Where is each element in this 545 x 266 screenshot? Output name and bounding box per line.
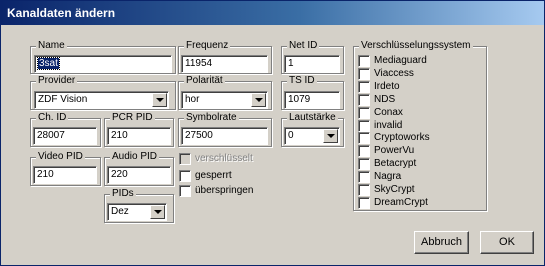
encryption-item-box[interactable]	[358, 171, 370, 184]
name-field[interactable]: 3sat	[34, 55, 172, 73]
encryption-item-label: Nagra	[374, 171, 402, 183]
encryption-item-label: Cryptoworks	[374, 132, 430, 144]
ueberspringen-box[interactable]	[179, 185, 191, 197]
frequenz-label: Frequenz	[184, 40, 231, 51]
encryption-item-label: Mediaguard	[374, 55, 427, 66]
encryption-item-box[interactable]	[358, 196, 370, 209]
verschluesselt-label: verschlüsselt	[195, 153, 253, 164]
ts-id-label: TS ID	[287, 75, 317, 86]
ch-id-label: Ch. ID	[36, 112, 69, 123]
lautstaerke-label: Lautstärke	[287, 112, 338, 123]
lautstaerke-dropdown[interactable]: 0	[284, 127, 340, 145]
chevron-down-icon[interactable]	[323, 129, 338, 143]
pids-value: Dez	[111, 206, 129, 217]
encryption-item-box[interactable]	[358, 132, 370, 145]
ok-button[interactable]: OK	[480, 231, 534, 254]
encryption-item-box[interactable]	[358, 158, 370, 171]
cancel-button[interactable]: Abbruch	[414, 231, 469, 254]
audio-pid-label: Audio PID	[110, 151, 160, 162]
encryption-item-box[interactable]	[358, 145, 370, 158]
chevron-down-icon[interactable]	[150, 205, 165, 219]
video-pid-label: Video PID	[36, 151, 85, 162]
encryption-item-label: Viaccess	[374, 67, 414, 79]
encryption-item-box[interactable]	[358, 184, 370, 196]
dialog-window: Kanaldaten ändern Name 3sat Frequenz 119…	[0, 0, 545, 266]
frequenz-field[interactable]: 11954	[181, 55, 268, 73]
provider-value: ZDF Vision	[38, 94, 88, 105]
encryption-item-label: Conax	[374, 106, 403, 118]
name-value: 3sat	[37, 57, 60, 70]
encryption-item-label: DreamCrypt	[374, 196, 428, 208]
verschluesselt-box[interactable]	[179, 153, 191, 165]
encryption-item-box[interactable]	[358, 55, 370, 67]
encryption-label: Verschlüsselungssystem	[359, 40, 473, 51]
pcr-pid-label: PCR PID	[110, 112, 155, 123]
video-pid-field[interactable]: 210	[33, 166, 97, 184]
symbolrate-label: Symbolrate	[184, 112, 239, 123]
ch-id-field[interactable]: 28007	[33, 127, 97, 145]
title-bar[interactable]: Kanaldaten ändern	[1, 1, 544, 25]
lautstaerke-value: 0	[288, 130, 294, 141]
pids-dropdown[interactable]: Dez	[107, 203, 167, 221]
pcr-pid-field[interactable]: 210	[107, 127, 171, 145]
provider-label: Provider	[36, 75, 78, 86]
net-id-field[interactable]: 1	[284, 55, 340, 73]
encryption-item-label: Betacrypt	[374, 158, 417, 170]
provider-dropdown[interactable]: ZDF Vision	[34, 91, 169, 109]
encryption-item-label: Irdeto	[374, 80, 400, 92]
polaritaet-label: Polarität	[184, 75, 225, 86]
encryption-item-box[interactable]	[358, 106, 370, 119]
audio-pid-field[interactable]: 220	[107, 166, 171, 184]
gesperrt-box[interactable]	[179, 170, 191, 182]
symbolrate-field[interactable]: 27500	[181, 127, 268, 145]
encryption-item-box[interactable]	[358, 93, 370, 106]
gesperrt-label: gesperrt	[195, 170, 232, 181]
net-id-label: Net ID	[287, 40, 320, 51]
encryption-item-box[interactable]	[358, 119, 370, 132]
polaritaet-dropdown[interactable]: hor	[181, 91, 268, 109]
encryption-item-box[interactable]	[358, 80, 370, 93]
encryption-item-label: NDS	[374, 93, 396, 105]
dialog-title: Kanaldaten ändern	[7, 6, 116, 20]
encryption-item-label: SkyCrypt	[374, 184, 415, 195]
polaritaet-value: hor	[185, 94, 200, 105]
ts-id-field[interactable]: 1079	[284, 91, 340, 109]
chevron-down-icon[interactable]	[152, 93, 167, 107]
encryption-item-label: PowerVu	[374, 145, 415, 157]
chevron-down-icon[interactable]	[251, 93, 266, 107]
name-label: Name	[36, 40, 67, 51]
encryption-item-label: invalid	[374, 119, 403, 131]
pids-label: PIDs	[110, 188, 136, 199]
encryption-item-box[interactable]	[358, 67, 370, 80]
ueberspringen-label: überspringen	[195, 185, 254, 196]
